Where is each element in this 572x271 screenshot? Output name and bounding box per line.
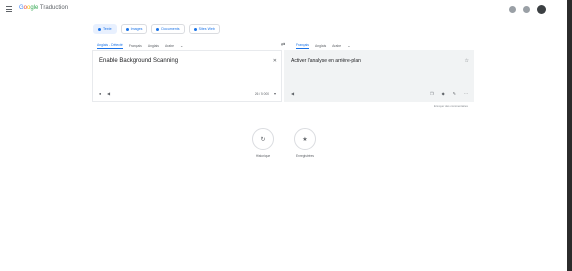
tab-documents[interactable]: Documents — [151, 24, 185, 34]
globe-icon — [193, 27, 197, 31]
source-lang-option[interactable]: Français — [129, 44, 142, 48]
close-icon[interactable]: ✕ — [273, 58, 277, 64]
target-language-bar: Français Anglais Arabe ⌄ — [296, 41, 351, 50]
swap-languages-icon[interactable]: ⇄ — [281, 42, 285, 48]
tab-images[interactable]: Images — [120, 24, 148, 34]
pen-icon[interactable]: ✎ — [453, 91, 456, 96]
text-icon — [98, 27, 101, 31]
star-icon[interactable]: ☆ — [465, 58, 469, 64]
chevron-down-icon[interactable]: ⌄ — [347, 43, 350, 48]
source-lang-detected[interactable]: Anglais - Détecté — [97, 43, 123, 49]
thumbs-icon[interactable]: ◆ — [442, 91, 445, 96]
source-lang-option[interactable]: Anglais — [148, 44, 159, 48]
apps-grid-icon[interactable] — [523, 6, 530, 13]
chevron-down-icon[interactable]: ⌄ — [180, 43, 183, 48]
speaker-icon[interactable]: ◀ — [291, 91, 294, 96]
microphone-icon[interactable]: ● — [99, 91, 101, 96]
copy-icon[interactable]: ❐ — [430, 91, 434, 96]
top-bar: Google Traduction — [0, 0, 560, 20]
source-text-panel[interactable]: Enable Background Scanning ✕ ● ◀ 26 / 5 … — [92, 50, 282, 102]
history-button[interactable]: ↻ Historique — [248, 128, 278, 158]
window-edge — [567, 0, 572, 271]
target-lang-option[interactable]: Anglais — [315, 44, 326, 48]
target-lang-selected[interactable]: Français — [296, 43, 310, 49]
shortcuts: ↻ Historique ★ Enregistrées — [248, 128, 320, 158]
character-count: 26 / 5 000 — [254, 92, 269, 96]
share-icon[interactable]: ⋯ — [464, 91, 468, 96]
send-feedback-link[interactable]: Envoyer des commentaires — [434, 104, 468, 108]
image-icon — [125, 27, 129, 31]
document-icon — [156, 27, 160, 31]
star-icon: ★ — [294, 128, 316, 150]
hamburger-menu-icon[interactable] — [6, 6, 12, 12]
source-language-bar: Anglais - Détecté Français Anglais Arabe… — [97, 41, 183, 50]
source-lang-option[interactable]: Arabe — [165, 44, 174, 48]
target-lang-option[interactable]: Arabe — [332, 44, 341, 48]
source-text-input[interactable]: Enable Background Scanning — [99, 58, 178, 64]
settings-icon[interactable] — [509, 6, 516, 13]
tab-text[interactable]: Texte — [93, 24, 117, 34]
speaker-icon[interactable]: ◀ — [107, 91, 110, 96]
saved-button[interactable]: ★ Enregistrées — [290, 128, 320, 158]
keyboard-icon[interactable]: ▾ — [274, 91, 276, 96]
target-text-panel: Activer l'analyse en arrière-plan ☆ ◀ ❐ … — [284, 50, 474, 102]
tab-websites[interactable]: Sites Web — [188, 24, 220, 34]
avatar[interactable] — [537, 5, 546, 14]
app-logo[interactable]: Google Traduction — [19, 5, 68, 11]
translated-text: Activer l'analyse en arrière-plan — [291, 58, 361, 64]
history-icon: ↻ — [252, 128, 274, 150]
mode-tabs: Texte Images Documents Sites Web — [93, 24, 220, 34]
